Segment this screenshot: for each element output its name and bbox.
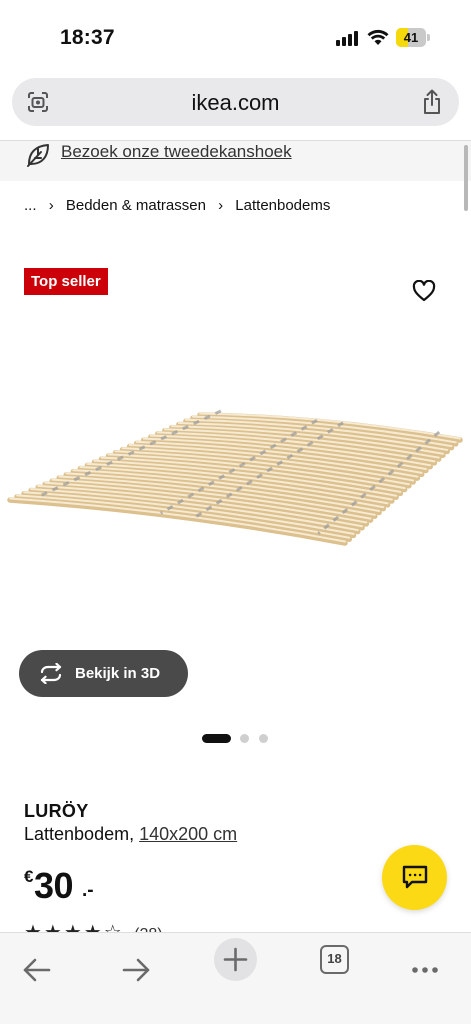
top-seller-badge: Top seller [24,268,108,295]
status-time: 18:37 [60,26,115,49]
breadcrumb-beds-mattresses[interactable]: Bedden & matrassen [66,197,206,214]
breadcrumb-separator: › [218,197,224,214]
status-bar: 18:37 41 [0,0,471,72]
breadcrumb-ellipsis[interactable]: ... [24,197,37,214]
browser-toolbar: 18 [0,932,471,1024]
second-chance-banner[interactable]: Bezoek onze tweedekanshoek [0,141,471,181]
url-text[interactable]: ikea.com [12,90,459,116]
leaf-icon [27,144,49,167]
back-arrow-icon[interactable] [16,945,58,987]
heart-icon[interactable] [412,280,436,302]
chat-button[interactable] [382,845,447,910]
forward-arrow-icon[interactable] [115,945,157,987]
price-currency: € [24,867,34,886]
new-tab-button[interactable] [214,938,257,981]
share-icon[interactable] [421,89,443,115]
product-image-slatted-base[interactable] [0,395,471,565]
more-icon[interactable] [404,945,446,987]
rotate-3d-icon [40,663,62,684]
battery-indicator: 41 [396,28,430,47]
chat-icon [402,865,428,889]
plus-icon [223,947,248,972]
view-in-3d-button[interactable]: Bekijk in 3D [19,650,188,697]
tabs-button[interactable]: 18 [320,945,349,974]
carousel-dot[interactable] [259,734,268,743]
view-in-3d-label: Bekijk in 3D [75,665,161,682]
wifi-icon [367,29,389,45]
carousel-dot[interactable] [240,734,249,743]
price-suffix: .- [82,880,94,901]
address-bar[interactable]: ikea.com [12,78,459,126]
price-value: 30 [34,865,74,906]
product-type: Lattenbodem, [24,824,135,844]
breadcrumb: ... › Bedden & matrassen › Lattenbodems [24,197,330,214]
second-chance-link[interactable]: Bezoek onze tweedekanshoek [61,142,292,162]
product-description: Lattenbodem, 140x200 cm [24,824,237,845]
breadcrumb-slatted-bases[interactable]: Lattenbodems [235,197,330,214]
scrollbar[interactable] [464,145,468,211]
breadcrumb-separator: › [48,197,54,214]
cellular-signal-icon [336,31,358,46]
product-name: LURÖY [24,801,89,821]
battery-percent: 41 [403,30,419,45]
carousel-dot-active[interactable] [202,734,231,743]
product-size-link[interactable]: 140x200 cm [139,824,237,844]
